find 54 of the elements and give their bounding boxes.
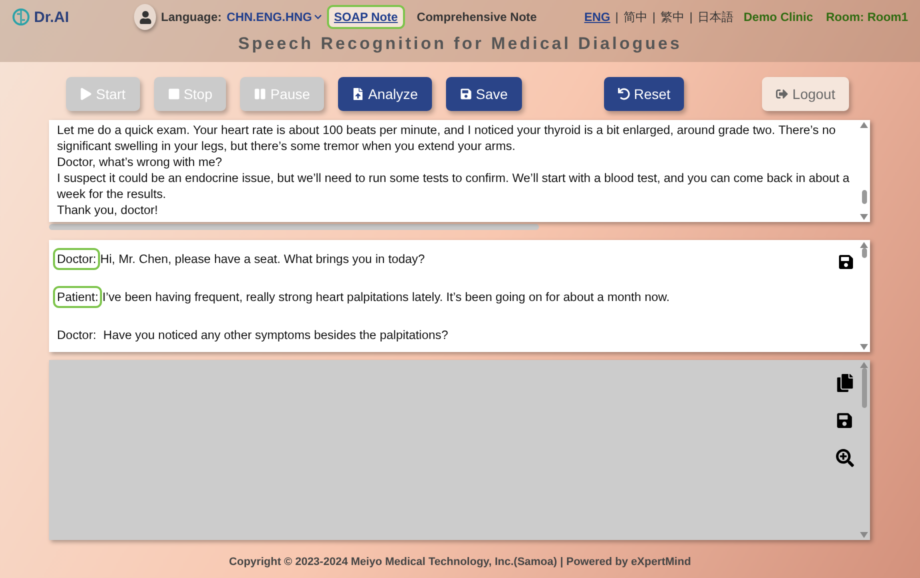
dialogue-text: Have you noticed any other symptoms besides the palpitations?: [103, 327, 448, 343]
separator: |: [690, 10, 693, 24]
note-tab[interactable]: Comprehensive Note: [410, 5, 544, 29]
chevron-down-icon: [314, 13, 322, 21]
horizontal-scrollbar[interactable]: [49, 224, 539, 230]
speaker-label: Doctor:: [56, 327, 98, 344]
logout-icon: [776, 88, 788, 100]
scrollbar-thumb[interactable]: [862, 248, 866, 258]
dialogue-text: I’ve been having frequent, really strong heart palpitations lately. It’s been going on for about a month now.: [102, 289, 670, 305]
start-icon: [80, 88, 92, 100]
separator: |: [652, 10, 656, 24]
pause-icon: [254, 88, 266, 100]
separator: |: [615, 10, 618, 24]
language-link[interactable]: 日本語: [698, 8, 734, 26]
transcript-line: Thank you, doctor!: [57, 202, 159, 218]
scroll-up-icon[interactable]: [860, 242, 868, 248]
scrollbar-thumb[interactable]: [862, 190, 866, 204]
note-tab[interactable]: SOAP Note: [327, 5, 405, 29]
scroll-down-icon[interactable]: [860, 214, 868, 220]
save-icon[interactable]: [838, 254, 854, 270]
page-title: Speech Recognition for Medical Dialogues: [237, 34, 683, 54]
analyze-button[interactable]: Analyze: [338, 77, 432, 111]
transcript-line: Doctor, what’s wrong with me?: [57, 154, 224, 170]
save-icon: [460, 88, 472, 100]
analyze-icon: [352, 88, 364, 100]
clinic-name: Demo Clinic: [744, 10, 813, 24]
user-avatar[interactable]: [134, 4, 156, 30]
brain-icon: [12, 8, 30, 26]
reset-icon: [618, 88, 630, 100]
language-link[interactable]: 简中: [623, 8, 648, 26]
scroll-down-icon[interactable]: [860, 532, 868, 538]
room-label: Room: Room1: [826, 10, 908, 24]
copyright-footer: Copyright © 2023-2024 Meiyo Medical Technology, Inc.(Samoa) | Powered by eXpertMind: [0, 556, 920, 578]
brand-name: Dr.AI: [34, 8, 70, 26]
scroll-up-icon[interactable]: [860, 122, 868, 128]
dialogue-text: Hi, Mr. Chen, please have a seat. What brings you in today?: [100, 251, 425, 267]
speaker-label: Doctor:: [53, 248, 100, 270]
speaker-label: Patient:: [53, 286, 102, 308]
logout-button[interactable]: Logout: [762, 77, 850, 111]
language-label: Language:: [160, 10, 222, 24]
scrollbar-thumb[interactable]: [862, 368, 866, 408]
reset-button[interactable]: Reset: [604, 77, 684, 111]
zoom-in-icon[interactable]: [836, 449, 854, 467]
save-button[interactable]: Save: [446, 77, 522, 111]
copy-icon[interactable]: [836, 374, 854, 392]
stop-icon: [168, 88, 180, 100]
scroll-down-icon[interactable]: [860, 344, 868, 350]
transcript-line: I suspect it could be an endocrine issue, but we’ll need to run some tests to confirm. We’ll start with a blood test, and you can come back in about a week for the results.: [57, 170, 850, 202]
language-link[interactable]: 繁中: [660, 8, 685, 26]
save-icon[interactable]: [836, 412, 853, 429]
scroll-up-icon[interactable]: [860, 362, 868, 368]
language-dropdown[interactable]: CHN.ENG.HNG: [226, 10, 322, 24]
transcript-line: Let me do a quick exam. Your heart rate is about 100 beats per minute, and I noticed your thyroid is a bit enlarged, around grade two. There’s no significant swelling in your legs, but there’s some tremor when you extend your arms.: [57, 122, 837, 154]
language-link[interactable]: ENG: [584, 10, 610, 24]
